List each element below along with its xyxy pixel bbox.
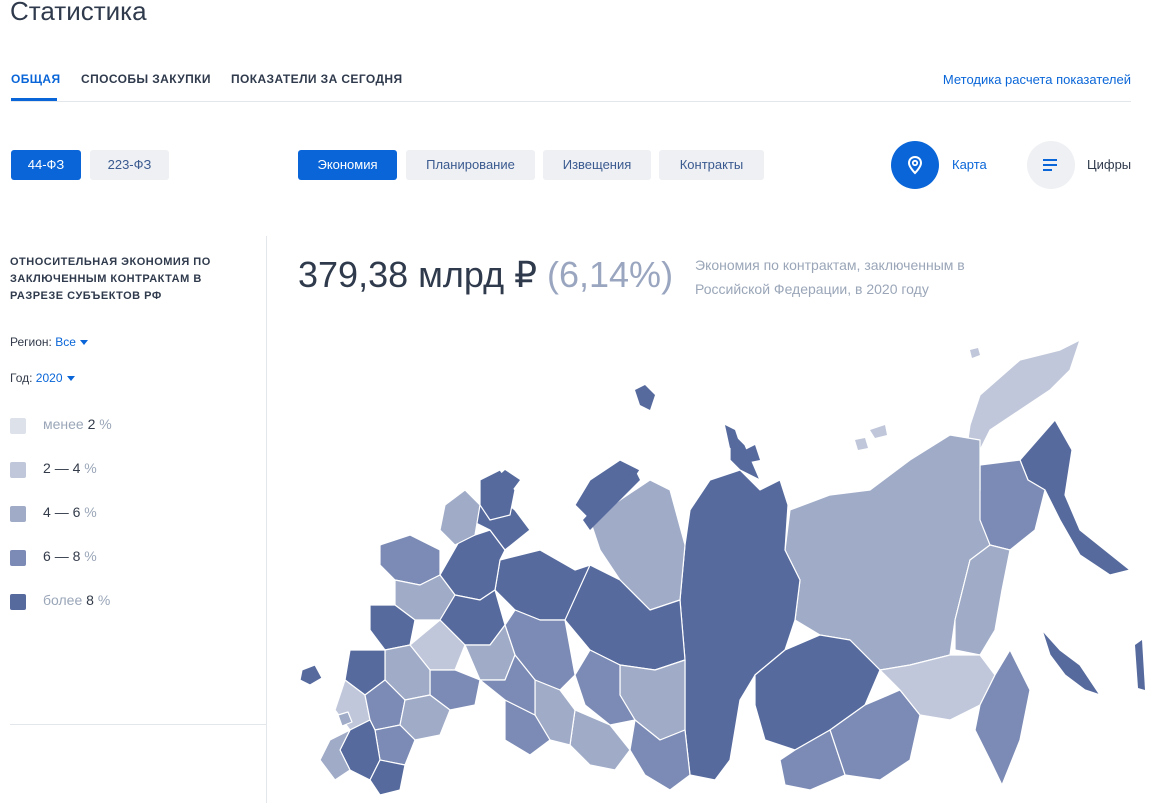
legend-swatch <box>10 418 26 434</box>
map-region[interactable] <box>635 385 655 410</box>
legend-swatch <box>10 462 26 478</box>
year-filter: Год: 2020 <box>10 371 75 385</box>
savings-percent: (6,14%) <box>547 254 674 295</box>
year-label: Год: <box>10 371 33 385</box>
russia-regions-map[interactable] <box>290 320 1153 803</box>
tab-bar: ОБЩАЯ СПОСОБЫ ЗАКУПКИ ПОКАЗАТЕЛИ ЗА СЕГО… <box>11 62 1131 102</box>
sidebar-divider <box>10 724 266 725</box>
region-label: Регион: <box>10 335 52 349</box>
legend-swatch <box>10 594 26 610</box>
map-pin-icon <box>907 155 923 175</box>
map-region[interactable] <box>970 348 980 358</box>
legend-swatch <box>10 550 26 566</box>
contracts-button[interactable]: Контракты <box>659 150 764 180</box>
map-region[interactable] <box>1041 629 1101 696</box>
savings-amount: 379,38 млрд ₽ <box>298 254 537 295</box>
region-filter: Регион: Все <box>10 335 88 349</box>
region-select[interactable]: Все <box>55 335 88 349</box>
planning-button[interactable]: Планирование <box>406 150 535 180</box>
map-region[interactable] <box>299 664 323 686</box>
numbers-view-label[interactable]: Цифры <box>1087 157 1131 172</box>
tab-general[interactable]: ОБЩАЯ <box>11 72 60 86</box>
numbers-view-button[interactable] <box>1027 141 1075 189</box>
summary-description: Экономия по контрактам, заключенным в Ро… <box>695 257 965 297</box>
legend-swatch <box>10 506 26 522</box>
year-select[interactable]: 2020 <box>36 371 75 385</box>
methodology-link[interactable]: Методика расчета показателей <box>943 72 1131 87</box>
map-region[interactable] <box>1135 640 1145 690</box>
map-view-button[interactable] <box>891 141 939 189</box>
sidebar-title: ОТНОСИТЕЛЬНАЯ ЭКОНОМИЯ ПО ЗАКЛЮЧЕННЫМ КО… <box>10 256 211 302</box>
map-region[interactable] <box>619 659 686 741</box>
map-region[interactable] <box>870 425 887 438</box>
law-223fz-button[interactable]: 223-ФЗ <box>90 150 169 180</box>
chevron-down-icon <box>66 376 75 382</box>
map-region[interactable] <box>379 534 441 586</box>
economy-button[interactable]: Экономия <box>298 150 397 180</box>
map-view-label[interactable]: Карта <box>952 157 987 172</box>
law-44fz-button[interactable]: 44-ФЗ <box>11 150 81 180</box>
map-region[interactable] <box>725 425 740 448</box>
tab-procurement-methods[interactable]: СПОСОБЫ ЗАКУПКИ <box>81 72 211 86</box>
list-icon <box>1043 159 1057 171</box>
sidebar: ОТНОСИТЕЛЬНАЯ ЭКОНОМИЯ ПО ЗАКЛЮЧЕННЫМ КО… <box>10 236 267 803</box>
active-tab-indicator <box>11 98 57 101</box>
tab-today-indicators[interactable]: ПОКАЗАТЕЛИ ЗА СЕГОДНЯ <box>231 72 403 86</box>
summary-value: 379,38 млрд ₽ (6,14%) <box>298 254 673 296</box>
map-region[interactable] <box>855 438 868 450</box>
notices-button[interactable]: Извещения <box>543 150 651 180</box>
page-title: Статистика <box>10 0 147 26</box>
chevron-down-icon <box>79 340 88 346</box>
